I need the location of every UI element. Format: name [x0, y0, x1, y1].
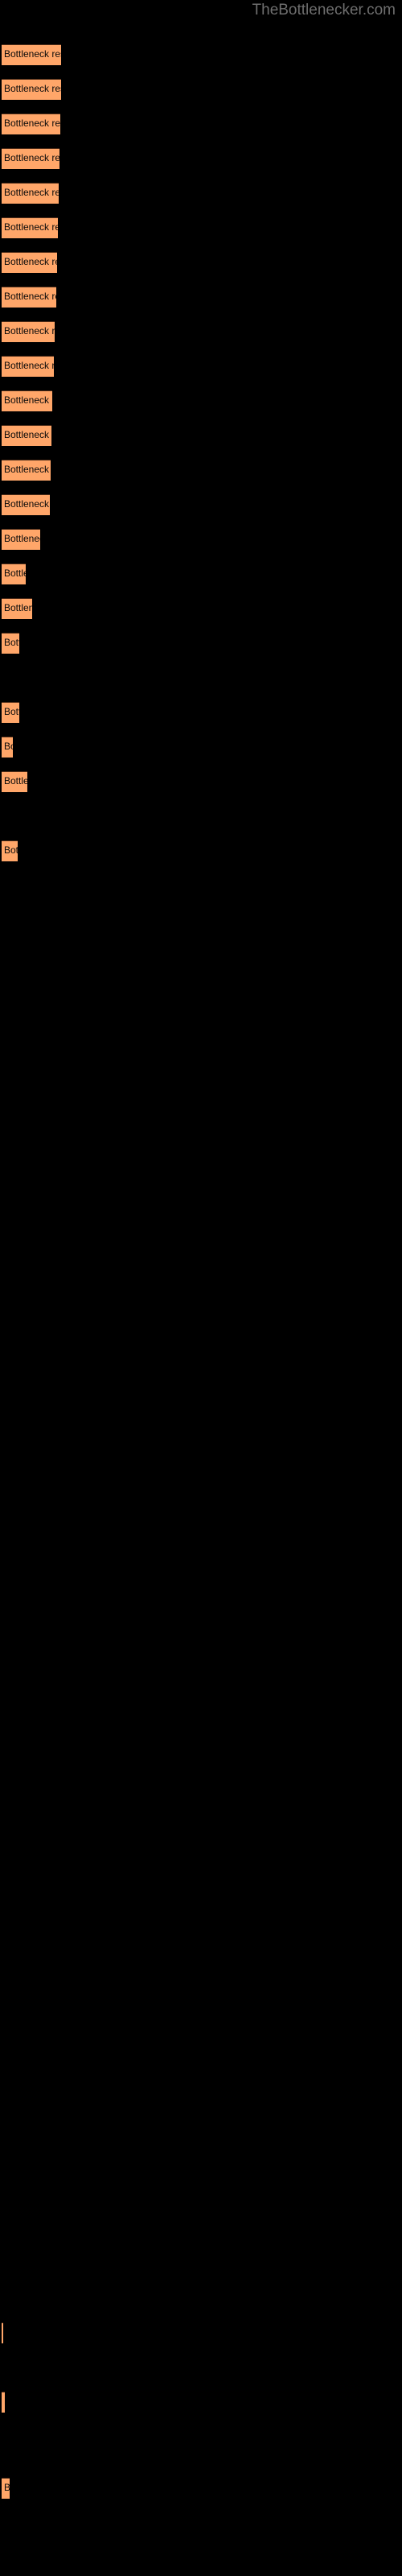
bar-label: Bottleneck result: [4, 706, 19, 717]
bar-label: Bottleneck result: [4, 221, 58, 233]
bar-row: Bottleneck result: [0, 460, 402, 494]
bar-label: Bottleneck result: [4, 2482, 10, 2494]
bar-row: Bottleneck result: [0, 2478, 402, 2512]
bar-row: Bottleneck result: [0, 2322, 402, 2357]
bar-row: Bottleneck result: [0, 425, 402, 460]
bar-label: Bottleneck result: [4, 429, 51, 440]
bar-row: Bottleneck result: [0, 356, 402, 390]
bar-row: Bottleneck result: [0, 44, 402, 79]
bar[interactable]: Bottleneck result: [2, 183, 59, 204]
bar-label: Bottleneck result: [4, 464, 51, 475]
bar[interactable]: Bottleneck result: [2, 2478, 10, 2499]
bar[interactable]: Bottleneck result: [2, 79, 61, 100]
bar[interactable]: Bottleneck result: [2, 702, 19, 723]
bar[interactable]: Bottleneck result: [2, 737, 13, 758]
bar-row: Bottleneck result: [0, 494, 402, 529]
bar-row: Bottleneck result: [0, 148, 402, 183]
bar[interactable]: Bottleneck result: [2, 2392, 5, 2413]
bar-label: Bottleneck result: [4, 2396, 5, 2408]
bar[interactable]: Bottleneck result: [2, 529, 40, 550]
bar-label: Bottleneck result: [4, 152, 59, 163]
bar-label: Bottleneck result: [4, 394, 52, 406]
bar[interactable]: Bottleneck result: [2, 44, 61, 65]
bar-row: Bottleneck result: [0, 114, 402, 148]
bar-label: Bottleneck result: [4, 256, 57, 267]
bar-label: Bottleneck result: [4, 291, 56, 302]
bar[interactable]: Bottleneck result: [2, 114, 60, 134]
bar-row: Bottleneck result: [0, 252, 402, 287]
bar[interactable]: Bottleneck result: [2, 252, 57, 273]
bar-label: Bottleneck result: [4, 844, 18, 856]
bar[interactable]: Bottleneck result: [2, 771, 27, 792]
bar[interactable]: Bottleneck result: [2, 494, 50, 515]
bar-row: Bottleneck result: [0, 79, 402, 114]
bar-label: Bottleneck result: [4, 118, 60, 129]
bar-row: Bottleneck result: [0, 390, 402, 425]
bar[interactable]: Bottleneck result: [2, 356, 54, 377]
bar-row: Bottleneck result: [0, 287, 402, 321]
bottleneck-chart-page: TheBottlenecker.com Bottleneck resultBot…: [0, 0, 402, 2576]
bar-row: Bottleneck result: [0, 598, 402, 633]
bar-label: Bottleneck result: [4, 83, 61, 94]
bar[interactable]: Bottleneck result: [2, 564, 26, 584]
bar-row: Bottleneck result: [0, 840, 402, 875]
bar[interactable]: Bottleneck result: [2, 390, 52, 411]
bar-label: Bottleneck result: [4, 533, 40, 544]
bar-label: Bottleneck result: [4, 498, 50, 510]
bar[interactable]: Bottleneck result: [2, 217, 58, 238]
bar-row: Bottleneck result: [0, 737, 402, 771]
bar[interactable]: Bottleneck result: [2, 287, 56, 308]
bar-label: Bottleneck result: [4, 775, 27, 786]
bar[interactable]: Bottleneck result: [2, 425, 51, 446]
bar-label: Bottleneck result: [4, 187, 59, 198]
bar-label: Bottleneck result: [4, 602, 32, 613]
bar[interactable]: Bottleneck result: [2, 148, 59, 169]
bar[interactable]: Bottleneck result: [2, 2322, 3, 2343]
bar-label: Bottleneck result: [4, 741, 13, 752]
bar-label: Bottleneck result: [4, 360, 54, 371]
bar-row: Bottleneck result: [0, 771, 402, 806]
bar[interactable]: Bottleneck result: [2, 840, 18, 861]
bar-label: Bottleneck result: [4, 568, 26, 579]
bar[interactable]: Bottleneck result: [2, 460, 51, 481]
bar-row: Bottleneck result: [0, 564, 402, 598]
bar-row: Bottleneck result: [0, 321, 402, 356]
bar-row: Bottleneck result: [0, 633, 402, 667]
bar-label: Bottleneck result: [4, 325, 55, 336]
bar-row: Bottleneck result: [0, 217, 402, 252]
bar-row: Bottleneck result: [0, 183, 402, 217]
bar-label: Bottleneck result: [4, 48, 61, 60]
bar[interactable]: Bottleneck result: [2, 598, 32, 619]
bar-row: Bottleneck result: [0, 2392, 402, 2426]
bar-row: Bottleneck result: [0, 702, 402, 737]
bar-label: Bottleneck result: [4, 637, 19, 648]
horizontal-bar-chart: Bottleneck result Bottleneck result Bottle…: [0, 0, 402, 2576]
bar[interactable]: Bottleneck result: [2, 633, 19, 654]
bar[interactable]: Bottleneck result: [2, 321, 55, 342]
bar-row: Bottleneck result: [0, 529, 402, 564]
